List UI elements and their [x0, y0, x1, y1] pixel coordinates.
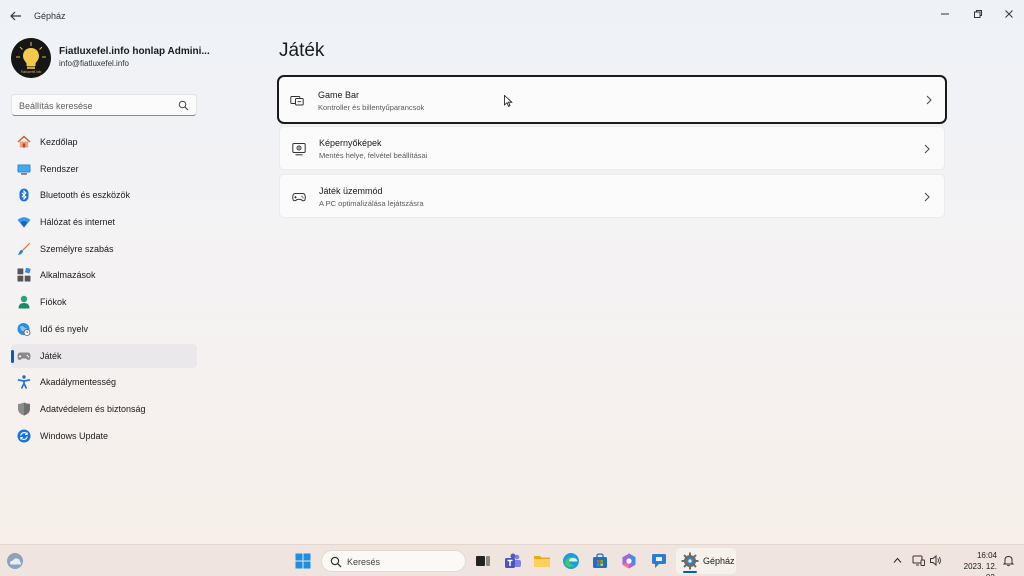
copilot-icon[interactable]	[620, 552, 638, 570]
sidebar-item-privacy-security[interactable]: Adatvédelem és biztonság	[11, 397, 197, 421]
sidebar-item-accounts[interactable]: Fiókok	[11, 290, 197, 314]
settings-search-box[interactable]	[11, 94, 197, 116]
taskbar-search-label: Keresés	[347, 557, 381, 567]
taskbar-search[interactable]: Keresés	[321, 550, 466, 572]
capture-icon	[292, 143, 306, 156]
volume-icon[interactable]	[929, 554, 942, 567]
chevron-right-icon	[924, 144, 930, 154]
card-subtitle: A PC optimalizálása lejátszásra	[319, 199, 424, 208]
minimize-icon	[941, 13, 949, 15]
sidebar-item-accessibility[interactable]: Akadálymentesség	[11, 370, 197, 394]
sidebar-item-system[interactable]: Rendszer	[11, 157, 197, 181]
sidebar-item-home[interactable]: Kezdőlap	[11, 130, 197, 154]
brush-icon	[17, 242, 31, 255]
back-arrow-icon	[10, 11, 21, 21]
account-icon	[18, 295, 30, 309]
accessibility-icon	[17, 375, 31, 390]
sidebar-item-time-language[interactable]: Idő és nyelv	[11, 317, 197, 341]
settings-search-input[interactable]	[19, 98, 179, 113]
sidebar-item-personalization[interactable]: Személyre szabás	[11, 237, 197, 261]
restore-icon	[974, 10, 982, 18]
sidebar-item-windows-update[interactable]: Windows Update	[11, 424, 197, 448]
active-indicator	[683, 571, 697, 573]
sidebar-item-apps[interactable]: Alkalmazások	[11, 263, 197, 287]
minimize-button[interactable]	[930, 4, 960, 24]
file-explorer-icon[interactable]	[533, 552, 551, 570]
home-icon	[17, 135, 31, 148]
avatar[interactable]: Fiatluxefel.info	[11, 38, 51, 78]
back-button[interactable]	[6, 6, 26, 26]
card-title: Képernyőképek	[319, 138, 382, 148]
sidebar-item-label: Rendszer	[40, 163, 79, 174]
sidebar-item-label: Személyre szabás	[40, 243, 114, 254]
sidebar-item-label: Akadálymentesség	[40, 377, 117, 388]
network-icon[interactable]	[912, 554, 925, 567]
page-title: Játék	[279, 40, 325, 61]
close-icon	[1005, 10, 1013, 18]
clock[interactable]: 16:04 2023. 12. 02.	[955, 550, 997, 576]
sidebar-item-label: Kezdőlap	[40, 137, 78, 147]
gear-icon	[681, 552, 699, 570]
sidebar-nav: Kezdőlap Rendszer Bluetooth és eszközök …	[11, 130, 197, 450]
apps-icon	[17, 268, 31, 282]
shield-icon	[18, 402, 30, 416]
card-title: Játék üzemmód	[319, 186, 383, 196]
window-title: Gépház	[34, 11, 66, 21]
sidebar-item-label: Alkalmazások	[40, 270, 96, 281]
globe-clock-icon	[17, 322, 31, 336]
sidebar-item-gaming[interactable]: Játék	[11, 343, 197, 368]
title-bar: Gépház	[0, 0, 1024, 32]
chevron-up-icon[interactable]	[891, 554, 904, 567]
sidebar-item-label: Játék	[40, 350, 62, 361]
sidebar-item-label: Fiókok	[40, 297, 67, 308]
card-title: Game Bar	[318, 90, 360, 100]
clock-time: 16:04	[976, 551, 997, 560]
bluetooth-icon	[19, 188, 29, 202]
game-bar-icon	[290, 96, 304, 106]
search-icon[interactable]	[178, 100, 189, 111]
card-captures[interactable]: Képernyőképek Mentés helye, felvétel beá…	[279, 126, 945, 170]
sidebar-item-label: Idő és nyelv	[40, 323, 89, 334]
mouse-cursor-icon	[504, 95, 513, 107]
avatar-logo-text: Fiatluxefel.info	[21, 70, 42, 74]
sidebar-item-network[interactable]: Hálózat és internet	[11, 210, 197, 234]
wifi-icon	[17, 217, 31, 228]
start-icon[interactable]	[295, 553, 311, 569]
store-icon[interactable]	[591, 552, 609, 570]
chevron-right-icon	[926, 95, 932, 105]
profile-email: info@fiatluxefel.info	[59, 59, 129, 68]
taskbar-settings-label: Gépház	[703, 556, 735, 566]
update-icon	[17, 429, 31, 443]
lightbulb-logo-icon: Fiatluxefel.info	[11, 38, 51, 78]
feedback-icon[interactable]	[650, 552, 668, 570]
card-subtitle: Mentés helye, felvétel beállításai	[319, 151, 428, 160]
card-subtitle: Kontroller és billentyűparancsok	[318, 103, 425, 112]
system-icon	[17, 164, 31, 175]
sidebar-item-label: Windows Update	[40, 430, 109, 441]
clock-date: 2023. 12. 02.	[963, 562, 997, 576]
sidebar-item-bluetooth[interactable]: Bluetooth és eszközök	[11, 183, 197, 207]
controller-icon	[292, 193, 306, 202]
gamepad-icon	[17, 352, 31, 360]
widgets-weather-icon[interactable]	[6, 552, 24, 570]
chevron-right-icon	[924, 192, 930, 202]
teams-icon[interactable]	[504, 552, 522, 570]
notification-bell-icon[interactable]	[1002, 554, 1015, 567]
search-icon	[330, 556, 342, 568]
task-view-icon[interactable]	[474, 552, 492, 570]
edge-icon[interactable]	[562, 552, 580, 570]
taskbar: Keresés Gépház 16:04 2023. 12. 02.	[0, 544, 1024, 576]
sidebar-item-label: Hálózat és internet	[40, 217, 116, 228]
card-game-mode[interactable]: Játék üzemmód A PC optimalizálása lejáts…	[279, 174, 945, 218]
taskbar-settings-app[interactable]: Gépház	[676, 548, 736, 574]
card-game-bar[interactable]: Game Bar Kontroller és billentyűparancso…	[277, 75, 947, 124]
maximize-button[interactable]	[963, 4, 993, 24]
profile-name: Fiatluxefel.info honlap Admini...	[59, 46, 210, 57]
sidebar-item-label: Adatvédelem és biztonság	[40, 403, 146, 414]
close-button[interactable]	[994, 4, 1024, 24]
sidebar-item-label: Bluetooth és eszközök	[40, 190, 131, 201]
